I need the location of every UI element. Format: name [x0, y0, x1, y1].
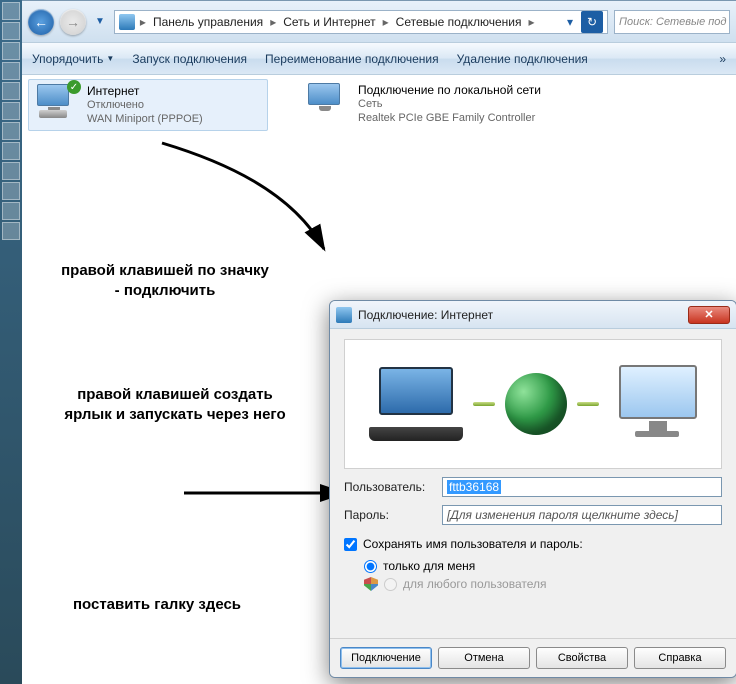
- help-button[interactable]: Справка: [634, 647, 726, 669]
- save-credentials-checkbox[interactable]: [344, 538, 357, 551]
- connect-button[interactable]: Подключение: [340, 647, 432, 669]
- annotation-text: поставить галку здесь: [42, 595, 272, 615]
- chevron-right-icon: ▸: [525, 15, 537, 29]
- toolbar-organize[interactable]: Упорядочить▼: [32, 52, 114, 66]
- connection-name: Интернет: [87, 84, 203, 98]
- content-area: ✓ Интернет Отключено WAN Miniport (PPPOE…: [22, 75, 736, 684]
- any-user-label: для любого пользователя: [403, 577, 547, 591]
- username-label: Пользователь:: [344, 480, 434, 494]
- password-field[interactable]: [Для изменения пароля щелкните здесь]: [442, 505, 722, 525]
- password-label: Пароль:: [344, 508, 434, 522]
- breadcrumb-item[interactable]: Сетевые подключения: [394, 15, 524, 29]
- shield-icon: [364, 577, 378, 591]
- toolbar-start-connection[interactable]: Запуск подключения: [132, 52, 247, 66]
- toolbar: Упорядочить▼ Запуск подключения Переимен…: [22, 43, 736, 75]
- refresh-button[interactable]: ↻: [581, 11, 603, 33]
- chevron-right-icon: ▸: [380, 15, 392, 29]
- arrow-icon: [142, 141, 342, 271]
- connection-status: Отключено: [87, 98, 203, 112]
- connection-status: Сеть: [358, 97, 541, 111]
- laptop-icon: [369, 367, 463, 441]
- connection-item-lan[interactable]: Подключение по локальной сети Сеть Realt…: [300, 79, 580, 129]
- connection-icon: [308, 83, 350, 119]
- chevron-right-icon: ▸: [267, 15, 279, 29]
- explorer-window: ← → ▼ ▸ Панель управления ▸ Сеть и Интер…: [22, 0, 736, 684]
- username-field[interactable]: fttb36168: [442, 477, 722, 497]
- monitor-icon: [609, 365, 697, 443]
- nav-history-dropdown[interactable]: ▼: [92, 16, 108, 27]
- address-bar[interactable]: ▸ Панель управления ▸ Сеть и Интернет ▸ …: [114, 10, 608, 34]
- search-placeholder: Поиск: Сетевые под: [619, 16, 727, 28]
- only-me-label: только для меня: [383, 559, 475, 573]
- connection-item-internet[interactable]: ✓ Интернет Отключено WAN Miniport (PPPOE…: [28, 79, 268, 131]
- chevron-right-icon: ▸: [137, 15, 149, 29]
- only-me-radio[interactable]: [364, 560, 377, 573]
- dialog-buttons: Подключение Отмена Свойства Справка: [330, 638, 736, 677]
- location-icon: [119, 14, 135, 30]
- chevron-down-icon: ▼: [106, 54, 114, 63]
- dialog-titlebar[interactable]: Подключение: Интернет ✕: [330, 301, 736, 329]
- save-credentials-label: Сохранять имя пользователя и пароль:: [363, 537, 583, 551]
- properties-button[interactable]: Свойства: [536, 647, 628, 669]
- connection-dialog: Подключение: Интернет ✕ Пользователь: ft…: [329, 300, 736, 678]
- dialog-icon: [336, 307, 352, 323]
- back-button[interactable]: ←: [28, 9, 54, 35]
- connection-icon: ✓: [37, 84, 79, 120]
- titlebar: ← → ▼ ▸ Панель управления ▸ Сеть и Интер…: [22, 1, 736, 43]
- search-input[interactable]: Поиск: Сетевые под: [614, 10, 730, 34]
- connection-device: Realtek PCIe GBE Family Controller: [358, 111, 541, 125]
- forward-button[interactable]: →: [60, 9, 86, 35]
- toolbar-delete-connection[interactable]: Удаление подключения: [457, 52, 588, 66]
- check-icon: ✓: [67, 80, 81, 94]
- connection-name: Подключение по локальной сети: [358, 83, 541, 97]
- connection-device: WAN Miniport (PPPOE): [87, 112, 203, 126]
- desktop-strip: [0, 0, 22, 684]
- annotation-text: правой клавишей создать ярлык и запускат…: [60, 385, 290, 425]
- breadcrumb-item[interactable]: Сеть и Интернет: [281, 15, 377, 29]
- dialog-illustration: [344, 339, 722, 469]
- address-dropdown[interactable]: ▾: [559, 11, 581, 33]
- dialog-title: Подключение: Интернет: [358, 308, 493, 322]
- breadcrumb-item[interactable]: Панель управления: [151, 15, 265, 29]
- toolbar-rename-connection[interactable]: Переименование подключения: [265, 52, 439, 66]
- toolbar-overflow[interactable]: »: [719, 52, 726, 66]
- any-user-radio: [384, 578, 397, 591]
- globe-icon: [505, 373, 567, 435]
- close-button[interactable]: ✕: [688, 306, 730, 324]
- cancel-button[interactable]: Отмена: [438, 647, 530, 669]
